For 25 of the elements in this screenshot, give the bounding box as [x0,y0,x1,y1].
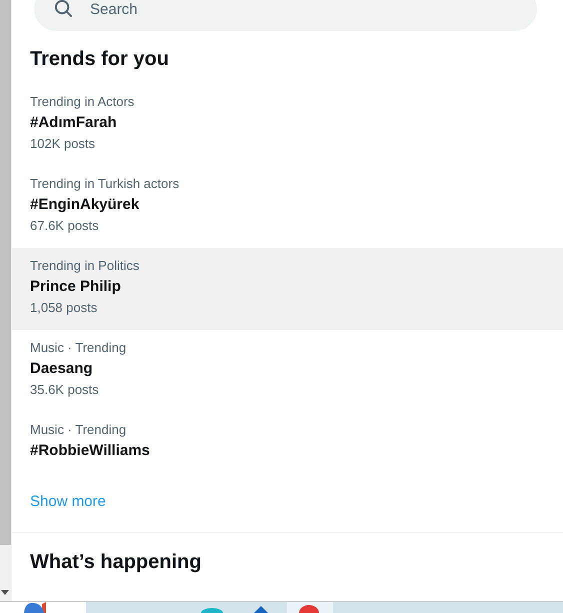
trend-name: #AdımFarah [30,113,117,133]
section-title: What’s happening [29,550,202,575]
post-count: 35.6K posts [30,382,99,398]
trend-item[interactable]: Trending in Turkish actors #EnginAkyürek 67.6K posts [12,166,563,248]
trend-item[interactable]: Trending in Actors #AdımFarah 102K posts [12,84,563,166]
search-icon [54,0,73,18]
trend-category: Trending in Actors [30,94,134,110]
trend-name: #RobbieWilliams [30,441,150,461]
trend-item[interactable]: Trending in Politics Prince Philip 1,058 posts [12,248,563,330]
post-count: 67.6K posts [30,218,99,234]
trend-name: Daesang [30,359,93,379]
post-count: 102K posts [30,136,96,152]
trend-category: Music · Trending [30,422,126,438]
post-count: 1,058 posts [30,300,98,316]
trend-item[interactable]: Music · Trending #RobbieWilliams [12,412,563,494]
trend-name: Prince Philip [30,277,121,297]
search-field[interactable]: Search [34,0,537,31]
trend-category: Music · Trending [30,340,126,356]
trend-category: Trending in Politics [30,258,140,274]
trend-item[interactable]: Music · Trending Daesang 35.6K posts [12,330,563,412]
scroll-down-arrow-icon[interactable] [1,590,9,595]
trend-category: Trending in Turkish actors [30,176,180,192]
app-icon[interactable] [287,602,333,613]
trend-name: #EnginAkyürek [30,195,140,215]
section-title: Trends for you [29,47,170,72]
